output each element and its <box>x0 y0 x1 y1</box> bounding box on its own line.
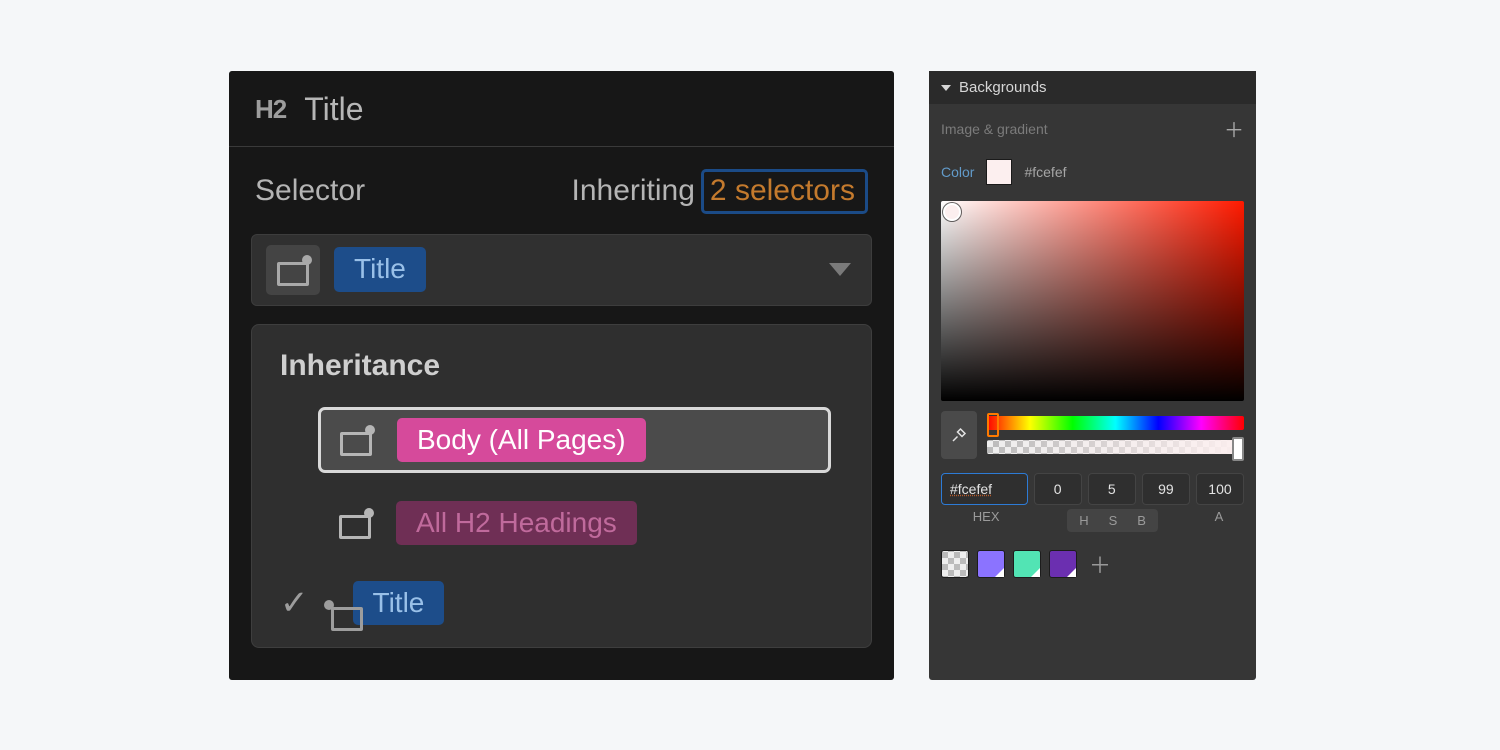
swatch-list: ＋ <box>929 540 1256 592</box>
color-model-toggle[interactable]: H S B <box>1067 509 1158 532</box>
hue-slider[interactable] <box>987 416 1244 430</box>
add-swatch-button[interactable]: ＋ <box>1085 548 1111 580</box>
inheritance-item-h2[interactable]: All H2 Headings <box>318 491 831 555</box>
b-label: B <box>1127 511 1156 530</box>
selector-panel: H2 Title Selector Inheriting 2 selectors… <box>229 71 894 680</box>
swatch-item[interactable] <box>977 550 1005 578</box>
element-tag-icon <box>332 502 378 544</box>
hex-input[interactable] <box>941 473 1028 505</box>
add-image-gradient-button[interactable]: ＋ <box>1224 114 1244 143</box>
color-label: Color <box>941 164 974 180</box>
chevron-down-icon[interactable] <box>829 263 851 276</box>
bg-color-row: Color #fcefef <box>929 153 1256 191</box>
color-swatch[interactable] <box>986 159 1012 185</box>
element-header: H2 Title <box>229 71 894 147</box>
hue-input[interactable] <box>1034 473 1082 505</box>
a-label: A <box>1194 509 1244 532</box>
h-label: H <box>1069 511 1098 530</box>
s-label: S <box>1099 511 1128 530</box>
inheriting-label: Inheriting <box>572 174 695 208</box>
swatch-item[interactable] <box>1049 550 1077 578</box>
color-handle[interactable] <box>943 203 961 221</box>
chevron-down-icon <box>941 85 951 91</box>
inheritance-current-label: Title <box>353 581 445 625</box>
backgrounds-title: Backgrounds <box>959 79 1047 96</box>
backgrounds-header[interactable]: Backgrounds <box>929 71 1256 104</box>
alpha-input[interactable] <box>1196 473 1244 505</box>
alpha-slider[interactable] <box>987 440 1244 454</box>
inheriting-count-pill[interactable]: 2 selectors <box>701 169 868 214</box>
eyedropper-button[interactable] <box>941 411 977 459</box>
color-saturation-value-field[interactable] <box>941 201 1244 401</box>
swatch-transparent[interactable] <box>941 550 969 578</box>
selector-chip[interactable]: Title <box>334 247 426 291</box>
color-hex-display: #fcefef <box>1024 164 1066 180</box>
inheritance-item-label: All H2 Headings <box>396 501 637 545</box>
hue-thumb[interactable] <box>987 413 999 437</box>
inheritance-current-row[interactable]: ✓ Title <box>252 573 871 647</box>
h2-icon: H2 <box>255 94 286 125</box>
brightness-input[interactable] <box>1142 473 1190 505</box>
inheritance-item-body[interactable]: Body (All Pages) <box>318 407 831 473</box>
inheritance-heading: Inheritance <box>252 325 871 401</box>
inheritance-item-label: Body (All Pages) <box>397 418 646 462</box>
element-tag-icon <box>333 419 379 461</box>
selector-label: Selector <box>255 174 365 208</box>
alpha-thumb[interactable] <box>1232 437 1244 461</box>
hex-label: HEX <box>941 509 1031 532</box>
saturation-input[interactable] <box>1088 473 1136 505</box>
image-gradient-row: Image & gradient ＋ <box>929 104 1256 153</box>
swatch-item[interactable] <box>1013 550 1041 578</box>
inheritance-panel: Inheritance Body (All Pages) All H2 Head… <box>251 324 872 649</box>
selector-target-icon[interactable] <box>266 245 320 295</box>
image-gradient-label: Image & gradient <box>941 121 1048 137</box>
element-label: Title <box>304 91 363 128</box>
check-icon: ✓ <box>280 583 309 623</box>
backgrounds-panel: Backgrounds Image & gradient ＋ Color #fc… <box>929 71 1256 680</box>
selector-row[interactable]: Title <box>251 234 872 306</box>
